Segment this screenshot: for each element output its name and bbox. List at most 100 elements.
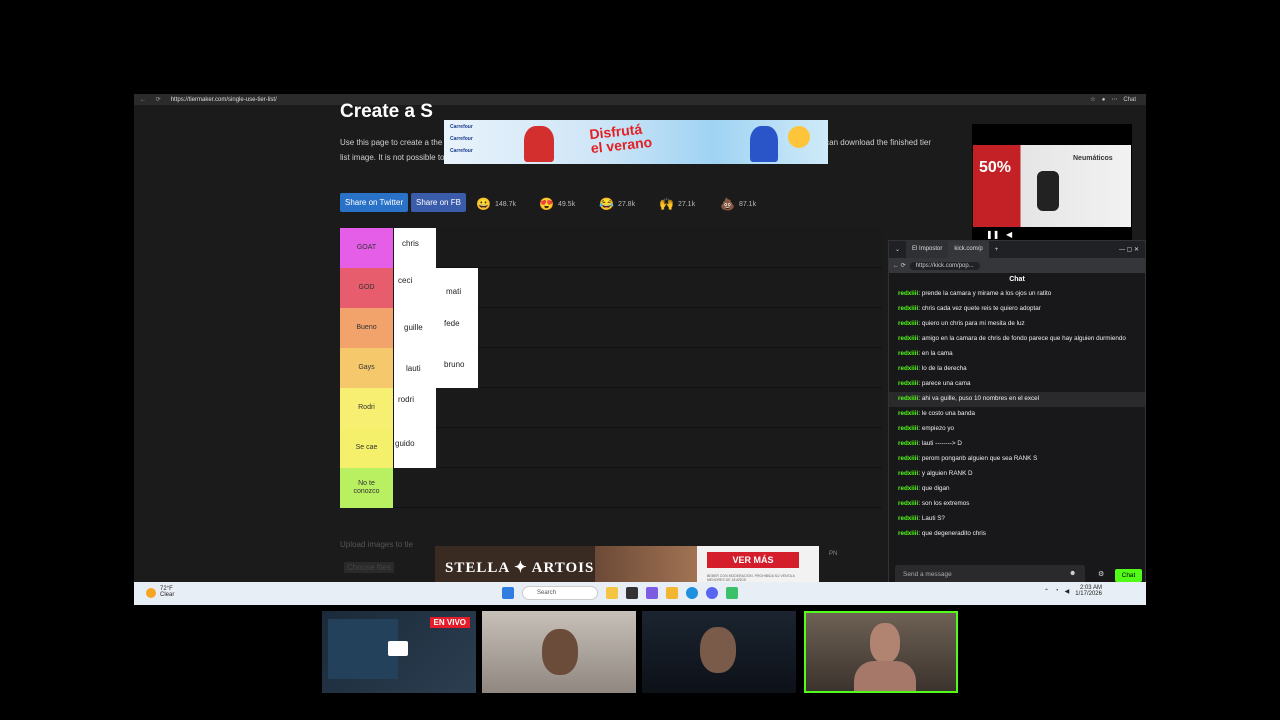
discord-icon[interactable] [706, 587, 718, 599]
address-bar[interactable]: https://tiermaker.com/single-use-tier-li… [171, 97, 277, 103]
chat-message[interactable]: redxiiii: ahi va guille, puso 10 nombres… [889, 392, 1145, 407]
chat-message[interactable]: redxiiii: en la cama [889, 347, 1145, 362]
tier-item[interactable]: mati [436, 268, 478, 308]
chat-username[interactable]: redxiiii [898, 470, 918, 477]
new-tab-icon[interactable]: + [989, 247, 1005, 253]
chat-message[interactable]: redxiiii: perom ponganb alguien que sea … [889, 452, 1145, 467]
weather-widget[interactable]: 72°F Clear [146, 586, 174, 598]
wifi-icon[interactable]: ◔ [1055, 588, 1059, 594]
reaction-4[interactable]: 🙌 27.1k [659, 197, 695, 211]
reaction-3[interactable]: 😂 27.8k [599, 197, 635, 211]
task-view-icon[interactable] [626, 587, 638, 599]
chat-message[interactable]: redxiiii: lauti --------> D [889, 437, 1145, 452]
share-fb-button[interactable]: Share on FB [411, 193, 466, 212]
carrefour-ad-banner[interactable]: Carrefour Carrefour Carrefour Disfrutá el… [444, 120, 828, 164]
chat-message[interactable]: redxiiii: quiero un chris para mi mesita… [889, 317, 1145, 332]
file-explorer-icon[interactable] [666, 587, 678, 599]
reaction-2[interactable]: 😍 49.5k [539, 197, 575, 211]
tier-item[interactable]: lauti [394, 348, 436, 388]
chat-username[interactable]: redxiiii [898, 350, 918, 357]
chat-username[interactable]: redxiiii [898, 500, 918, 507]
chat-username[interactable]: redxiiii [898, 365, 918, 372]
star-icon[interactable]: ☆ [1090, 96, 1095, 103]
tier-item[interactable]: ceci [394, 268, 436, 308]
ver-mas-button[interactable]: VER MÁS [707, 552, 799, 568]
nav-icons[interactable]: ← ⟳ [889, 262, 906, 269]
chat-message[interactable]: redxiiii: y alguien RANK D [889, 467, 1145, 482]
tab-list-icon[interactable]: ⌄ [889, 246, 906, 253]
tier-item[interactable]: chris [394, 228, 436, 268]
chat-username[interactable]: redxiiii [898, 335, 918, 342]
chat-message[interactable]: redxiiii: que degeneradito chris [889, 527, 1145, 542]
chevron-up-icon[interactable]: ⌃ [1044, 588, 1049, 595]
system-tray[interactable]: ⌃ ◔ ◀ 2:03 AM 1/17/2026 [1044, 585, 1102, 597]
browser-chat-label[interactable]: Chat [1123, 97, 1136, 103]
chat-message[interactable]: redxiiii: que digan [889, 482, 1145, 497]
chat-username[interactable]: redxiiii [898, 290, 918, 297]
chat-username[interactable]: redxiiii [898, 440, 918, 447]
chat-username[interactable]: redxiiii [898, 515, 918, 522]
window-controls[interactable]: — ▢ ✕ [1113, 246, 1145, 253]
tier-row-no-te-conozco[interactable]: No te conozco [340, 468, 882, 508]
chat-username[interactable]: redxiiii [898, 320, 918, 327]
profile-icon[interactable]: ● [1102, 97, 1106, 103]
browser-nav-icons[interactable]: ← ⟳ [140, 96, 165, 103]
tier-row-god[interactable]: GOD ceci mati [340, 268, 882, 308]
share-twitter-button[interactable]: Share on Twitter [340, 193, 409, 212]
volume-icon[interactable]: ◀ [1006, 230, 1012, 239]
chat-username[interactable]: redxiiii [898, 395, 918, 402]
reaction-5[interactable]: 💩 87.1k [720, 197, 756, 211]
tab-el-impostor[interactable]: El Impostor [906, 241, 949, 258]
edge-icon[interactable] [686, 587, 698, 599]
reaction-1[interactable]: 😀 148.7k [476, 197, 516, 211]
chat-message[interactable]: redxiiii: Lauti S? [889, 512, 1145, 527]
more-icon[interactable]: ⋯ [1111, 96, 1117, 103]
chat-username[interactable]: redxiiii [898, 410, 918, 417]
windows-start-icon[interactable] [502, 587, 514, 599]
gear-icon[interactable]: ⚙ [1098, 570, 1104, 578]
emoji-icon[interactable]: ☻ [1069, 570, 1076, 577]
chat-username[interactable]: redxiiii [898, 455, 918, 462]
tier-row-goat[interactable]: GOAT chris [340, 228, 882, 268]
chat-username[interactable]: redxiiii [898, 305, 918, 312]
chat-message[interactable]: redxiiii: parece una cama [889, 377, 1145, 392]
tier-row-rodri[interactable]: Rodri rodri [340, 388, 882, 428]
chat-url[interactable]: https://kick.com/pop... [909, 261, 980, 270]
tab-kick[interactable]: kick.com/p [948, 241, 989, 258]
copilot-icon[interactable] [646, 587, 658, 599]
pause-icon[interactable]: ❚❚ [986, 230, 999, 239]
tier-item[interactable]: guille [394, 308, 436, 348]
chat-message[interactable]: redxiiii: chris cada vez quete reis te q… [889, 302, 1145, 317]
tier-row-gays[interactable]: Gays lauti bruno [340, 348, 882, 388]
tier-item[interactable]: bruno [436, 348, 478, 388]
chat-message[interactable]: redxiiii: empiezo yo [889, 422, 1145, 437]
volume-icon[interactable]: ◀ [1065, 588, 1070, 595]
screen-share-thumbnail[interactable]: EN VIVO [322, 611, 476, 693]
chat-message[interactable]: redxiiii: son los extremos [889, 497, 1145, 512]
chat-message[interactable]: redxiiii: prende la camara y mirame a lo… [889, 287, 1145, 302]
chat-address-bar[interactable]: ← ⟳ https://kick.com/pop... [889, 258, 1145, 273]
taskbar-search[interactable]: Search [522, 586, 598, 600]
tier-item[interactable]: fede [436, 308, 478, 348]
webcam-participant-4-active[interactable] [804, 611, 958, 693]
tier-item[interactable]: guido [394, 428, 436, 468]
clock[interactable]: 2:03 AM 1/17/2026 [1075, 585, 1102, 597]
chat-message[interactable]: redxiiii: le costo una banda [889, 407, 1145, 422]
chat-username[interactable]: redxiiii [898, 485, 918, 492]
webcam-participant-2[interactable] [482, 611, 636, 693]
widgets-icon[interactable] [606, 587, 618, 599]
webcam-participant-3[interactable] [642, 611, 796, 693]
send-chat-button[interactable]: Chat [1115, 569, 1142, 582]
video-ad[interactable]: 50% Neumáticos ❚❚ ◀ [972, 124, 1132, 241]
tier-item[interactable]: rodri [394, 388, 436, 428]
chat-messages[interactable]: redxiiii: prende la camara y mirame a lo… [889, 287, 1145, 565]
chat-message[interactable]: redxiiii: lo de la derecha [889, 362, 1145, 377]
tier-row-se-cae[interactable]: Se cae guido [340, 428, 882, 468]
chat-username[interactable]: redxiiii [898, 380, 918, 387]
choose-files-button[interactable]: Choose files [344, 562, 395, 573]
app-icon[interactable] [726, 587, 738, 599]
chat-message[interactable]: redxiiii: amigo en la camara de chris de… [889, 332, 1145, 347]
chat-username[interactable]: redxiiii [898, 425, 918, 432]
tier-row-bueno[interactable]: Bueno guille fede [340, 308, 882, 348]
chat-username[interactable]: redxiiii [898, 530, 918, 537]
